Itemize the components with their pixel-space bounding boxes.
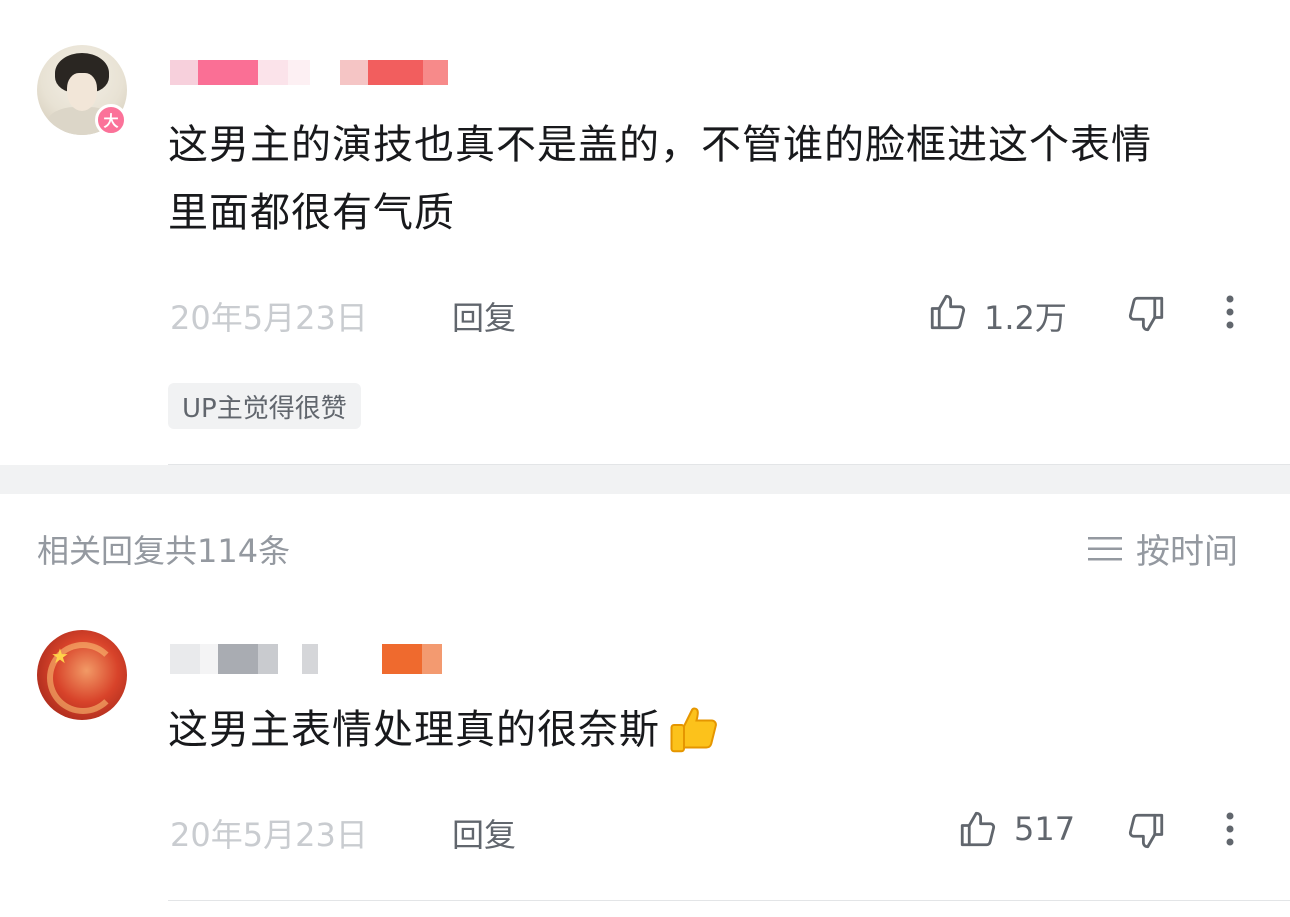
sort-button[interactable]: 按时间	[1088, 524, 1238, 573]
reply-button[interactable]: 回复	[452, 293, 516, 339]
reply-text: 这男主表情处理真的很奈斯	[168, 707, 660, 753]
more-icon	[1226, 812, 1234, 846]
divider	[168, 900, 1290, 901]
thumbs-up-icon	[960, 811, 996, 847]
username-blurred[interactable]	[170, 60, 448, 85]
more-icon	[1226, 295, 1234, 329]
like-count: 1.2万	[984, 299, 1067, 337]
vip-badge: 大	[95, 104, 127, 136]
thumbs-down-icon	[1128, 813, 1164, 849]
thumbs-up-emoji-icon	[670, 707, 717, 753]
thumbs-up-icon	[930, 294, 966, 330]
section-separator	[0, 465, 1290, 494]
comment-text-line-1: 这男主的演技也真不是盖的，不管谁的脸框进这个表情	[168, 122, 1152, 168]
replies-count-title: 相关回复共114条	[37, 532, 291, 570]
like-button[interactable]	[926, 290, 970, 334]
avatar[interactable]: ★	[37, 630, 127, 720]
more-options-button[interactable]	[1212, 809, 1248, 849]
thumbs-down-icon	[1128, 296, 1164, 332]
sort-list-icon	[1088, 536, 1122, 560]
reply-button[interactable]: 回复	[452, 810, 516, 856]
sort-label: 按时间	[1136, 532, 1238, 572]
comment-text-line-2: 里面都很有气质	[168, 190, 455, 236]
comment-date: 20年5月23日	[170, 299, 368, 337]
up-liked-tag: UP主觉得很赞	[168, 383, 361, 429]
dislike-button[interactable]	[1124, 809, 1168, 853]
reply-comment-text: 这男主表情处理真的很奈斯	[168, 697, 724, 763]
username-blurred[interactable]	[170, 644, 442, 674]
more-options-button[interactable]	[1212, 292, 1248, 332]
like-count: 517	[1014, 810, 1076, 848]
dislike-button[interactable]	[1124, 292, 1168, 336]
reply-date: 20年5月23日	[170, 816, 368, 854]
like-button[interactable]	[956, 807, 1000, 851]
